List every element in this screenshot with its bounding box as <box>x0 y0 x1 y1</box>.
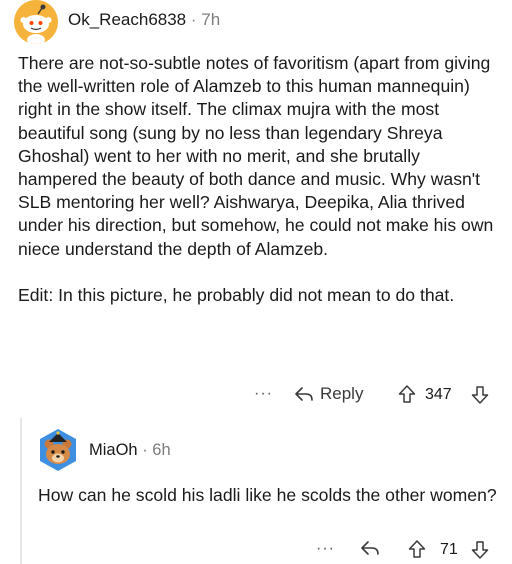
comment-actions: ··· Reply 347 <box>0 384 512 406</box>
reply-arrow-icon[interactable] <box>360 539 380 557</box>
reply-label: Reply <box>320 384 364 403</box>
meta-separator: · <box>142 441 148 459</box>
reply-body: How can he scold his ladli like he scold… <box>38 485 497 505</box>
comment-paragraph: There are not-so-subtle notes of favorit… <box>18 53 494 259</box>
meta-separator: · <box>190 10 197 29</box>
comment-paragraph-edit: Edit: In this picture, he probably did n… <box>18 284 455 305</box>
upvote-arrow-icon[interactable] <box>398 384 416 404</box>
timestamp: 7h <box>201 10 221 29</box>
more-options-icon[interactable]: ··· <box>316 541 335 557</box>
downvote-arrow-icon[interactable] <box>471 540 489 560</box>
downvote-arrow-icon[interactable] <box>471 385 489 405</box>
reply-actions: ··· 71 <box>0 539 512 561</box>
snoo-avatar-icon[interactable] <box>14 0 58 44</box>
more-options-icon[interactable]: ··· <box>254 386 273 402</box>
upvote-arrow-icon[interactable] <box>408 539 426 559</box>
snoo-bear-avatar-icon[interactable] <box>38 428 78 472</box>
comment-body: There are not-so-subtle notes of favorit… <box>18 52 504 307</box>
timestamp: 6h <box>152 441 171 459</box>
reply-author-line: MiaOh · 6h <box>89 441 171 460</box>
vote-count: 347 <box>425 386 452 403</box>
vote-count: 71 <box>440 541 458 558</box>
username[interactable]: Ok_Reach6838 <box>68 10 186 29</box>
reply-button[interactable]: Reply <box>294 384 363 404</box>
username[interactable]: MiaOh <box>89 441 138 459</box>
comment-author-line: Ok_Reach6838 · 7h <box>68 10 220 30</box>
reply-arrow-icon <box>294 385 314 403</box>
